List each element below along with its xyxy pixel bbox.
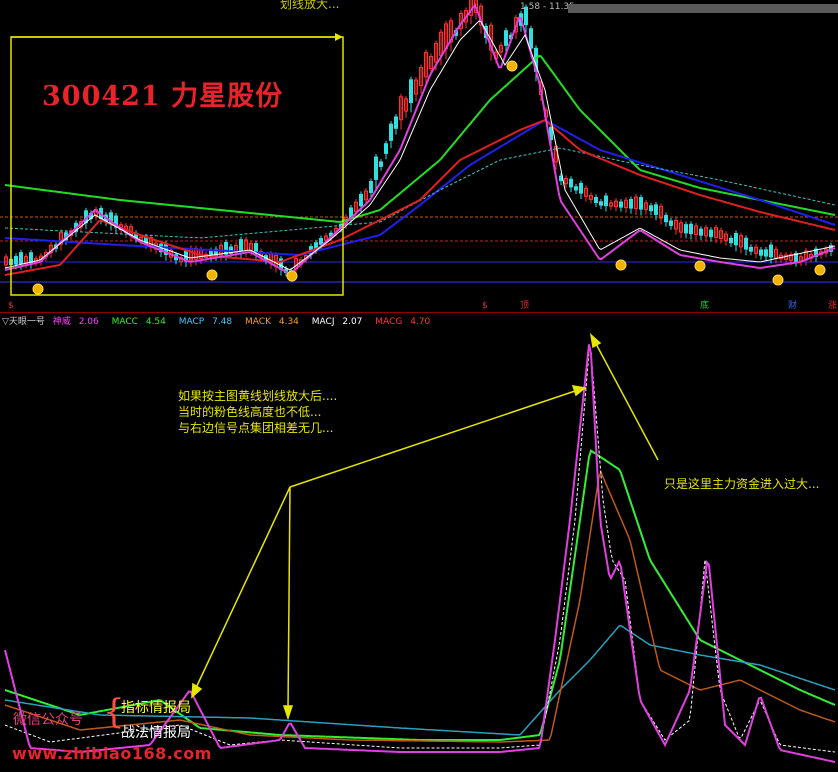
signal-marker: 涨 <box>828 300 837 311</box>
candle-body <box>579 182 583 194</box>
candle-body <box>389 123 393 141</box>
candle-body <box>384 143 388 154</box>
menu-item-indicators[interactable]: 指标情报局 <box>121 697 191 717</box>
website-watermark: www.zhibiao168.com <box>12 744 212 763</box>
candle-body <box>759 249 763 256</box>
candle-body <box>594 196 598 204</box>
candle-body <box>729 237 733 244</box>
candle-body <box>379 161 383 167</box>
ma-cyan-line <box>4 147 836 239</box>
candle-body <box>529 28 533 49</box>
candle-body <box>664 215 668 223</box>
ma-red-line <box>4 118 836 276</box>
signal-coin-icon <box>615 259 627 271</box>
candle-body <box>19 252 23 265</box>
candle-body <box>669 220 673 226</box>
candle-body <box>369 180 373 193</box>
stock-title: 300421 力星股份 <box>42 81 284 112</box>
signal-coin-icon <box>694 260 706 272</box>
right-annotation: 只是这里主力资金进入过大... <box>664 477 820 491</box>
candle-body <box>764 249 768 257</box>
signal-marker: 财 <box>788 299 797 311</box>
candle-body <box>409 79 413 104</box>
candle-body <box>709 229 713 238</box>
candle-body <box>29 252 33 264</box>
candle-body <box>374 156 378 180</box>
left-annotation: 如果按主图黄线划线放大后.... 当时的粉色线高度也不低... 与右边信号点集团… <box>178 389 338 435</box>
signal-marker: 顶 <box>520 300 529 311</box>
candle-body <box>239 239 243 253</box>
candle-body <box>769 244 773 258</box>
candle-body <box>574 186 578 191</box>
main-price-chart[interactable]: $ $ 顶 底 财 涨 <box>0 0 838 312</box>
signal-coin-icon <box>286 270 298 282</box>
signal-coin-icon <box>506 60 518 72</box>
candle-body <box>599 201 603 206</box>
candle-body <box>394 116 398 129</box>
candle-body <box>744 237 748 250</box>
signal-marker: $ <box>482 301 488 311</box>
macp-line <box>4 624 836 736</box>
candle-body <box>604 195 608 207</box>
candle-body <box>684 224 688 234</box>
zoom-arrow-head <box>335 33 343 41</box>
candle-body <box>654 204 658 215</box>
panel-divider[interactable] <box>0 312 838 313</box>
zoom-label: 划线放大... <box>280 0 340 11</box>
price-range-info: 1.58 - 11.35 <box>520 2 575 12</box>
candle-body <box>734 232 738 246</box>
macj-line <box>4 351 836 753</box>
signal-marker: $ <box>8 301 14 311</box>
signal-markers-row: $ $ 顶 底 财 涨 <box>8 299 837 311</box>
menu-item-tactics[interactable]: 战法情报局 <box>121 722 191 742</box>
candle-body <box>639 197 643 210</box>
candlestick-series <box>4 0 833 278</box>
wechat-account-label: 微信公众号 <box>13 712 83 728</box>
signal-marker: 底 <box>700 299 709 311</box>
candle-body <box>749 246 753 252</box>
signal-coin-icon <box>814 264 826 276</box>
signal-coin-icon <box>32 283 44 295</box>
candle-body <box>619 201 623 208</box>
candle-body <box>504 30 508 46</box>
candle-body <box>319 238 323 245</box>
signal-coin-icon <box>772 274 784 286</box>
candle-body <box>14 255 18 265</box>
signal-coin-icon <box>206 269 218 281</box>
candle-body <box>689 223 693 235</box>
candle-body <box>699 228 703 236</box>
candle-body <box>224 242 228 255</box>
candle-body <box>649 205 653 212</box>
candle-body <box>569 178 573 188</box>
price-range-bar <box>568 4 838 13</box>
candle-body <box>629 198 633 209</box>
candle-body <box>359 193 363 207</box>
